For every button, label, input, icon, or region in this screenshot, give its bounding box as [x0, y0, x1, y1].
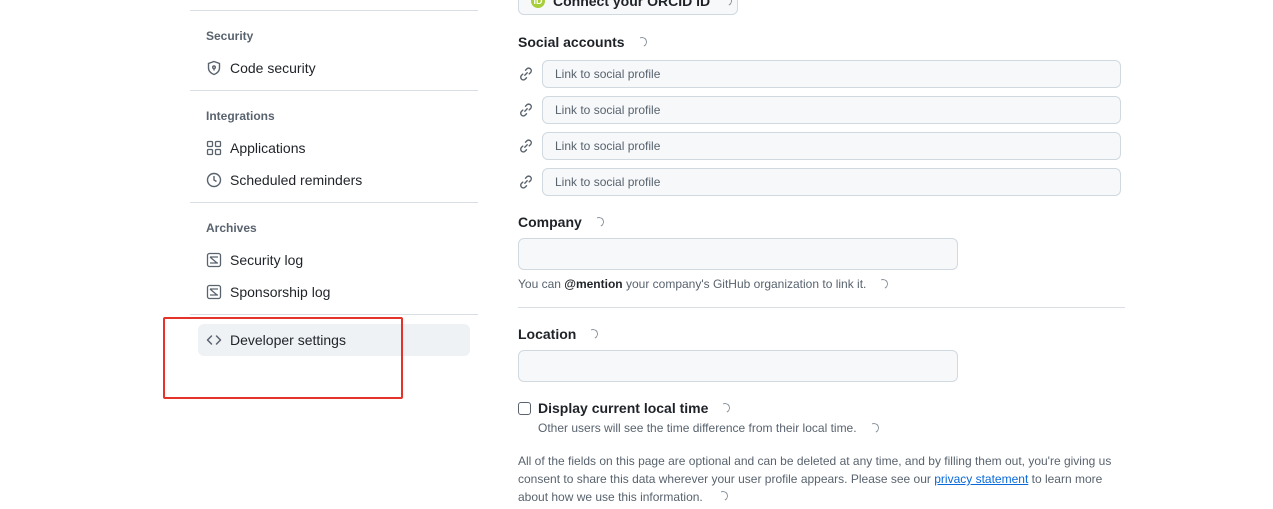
log-icon — [206, 284, 222, 300]
log-icon — [206, 252, 222, 268]
sidebar-item-label: Sponsorship log — [230, 284, 331, 300]
loading-spinner-icon — [592, 215, 606, 229]
link-icon — [518, 174, 534, 190]
social-account-row — [518, 60, 1121, 88]
shield-icon — [206, 60, 222, 76]
social-profile-input-3[interactable] — [542, 132, 1121, 160]
company-hint: You can @mention your company's GitHub o… — [518, 277, 890, 291]
company-input[interactable] — [518, 238, 958, 270]
sidebar-item-security-log[interactable]: Security log — [198, 244, 470, 276]
section-title-archives: Archives — [206, 221, 257, 235]
social-account-row — [518, 132, 1121, 160]
connect-orcid-button[interactable]: iD Connect your ORCID iD — [518, 0, 738, 15]
loading-spinner-icon — [876, 277, 890, 291]
sidebar-item-label: Code security — [230, 60, 316, 76]
local-time-hint: Other users will see the time difference… — [538, 421, 880, 435]
sidebar-item-label: Scheduled reminders — [230, 172, 363, 188]
loading-spinner-icon — [716, 489, 730, 503]
connect-orcid-label: Connect your ORCID iD — [553, 0, 711, 9]
sidebar-divider — [190, 202, 478, 203]
link-icon — [518, 66, 534, 82]
sidebar-item-label: Security log — [230, 252, 304, 268]
loading-spinner-icon — [867, 421, 880, 435]
loading-spinner-icon — [718, 401, 732, 415]
sidebar-item-label: Applications — [230, 140, 306, 156]
company-label: Company — [518, 214, 606, 230]
company-label-text: Company — [518, 214, 582, 230]
display-local-time-label-text: Display current local time — [538, 400, 709, 416]
sidebar-divider — [190, 10, 478, 11]
privacy-statement-link[interactable]: privacy statement — [934, 472, 1028, 486]
social-profile-input-2[interactable] — [542, 96, 1121, 124]
display-local-time-checkbox[interactable] — [518, 402, 531, 415]
social-accounts-label-text: Social accounts — [518, 34, 625, 50]
orcid-icon: iD — [531, 0, 545, 8]
clock-icon — [206, 172, 222, 188]
privacy-footer-note: All of the fields on this page are optio… — [518, 452, 1128, 506]
location-label-text: Location — [518, 326, 577, 342]
loading-spinner-icon — [720, 0, 734, 7]
social-accounts-label: Social accounts — [518, 34, 649, 50]
loading-spinner-icon — [586, 327, 600, 341]
apps-grid-icon — [206, 140, 222, 156]
company-hint-suffix: your company's GitHub organization to li… — [622, 277, 867, 291]
sidebar-item-applications[interactable]: Applications — [198, 132, 470, 164]
sidebar-divider — [190, 90, 478, 91]
code-icon — [206, 332, 222, 348]
sidebar-item-scheduled-reminders[interactable]: Scheduled reminders — [198, 164, 470, 196]
section-title-security: Security — [206, 29, 254, 43]
sidebar-item-developer-settings[interactable]: Developer settings — [198, 324, 470, 356]
local-time-hint-text: Other users will see the time difference… — [538, 421, 857, 435]
social-profile-input-1[interactable] — [542, 60, 1121, 88]
sidebar-item-sponsorship-log[interactable]: Sponsorship log — [198, 276, 470, 308]
company-hint-mention: @mention — [564, 277, 623, 291]
sidebar-item-code-security[interactable]: Code security — [198, 52, 470, 84]
company-hint-prefix: You can — [518, 277, 565, 291]
link-icon — [518, 138, 534, 154]
link-icon — [518, 102, 534, 118]
section-title-integrations: Integrations — [206, 109, 275, 123]
loading-spinner-icon — [635, 35, 649, 49]
sidebar-divider — [190, 314, 478, 315]
location-label: Location — [518, 326, 600, 342]
sidebar-item-label: Developer settings — [230, 332, 346, 348]
location-input[interactable] — [518, 350, 958, 382]
section-divider — [518, 307, 1125, 308]
display-local-time-label[interactable]: Display current local time — [538, 400, 732, 416]
social-account-row — [518, 96, 1121, 124]
social-account-row — [518, 168, 1121, 196]
social-profile-input-4[interactable] — [542, 168, 1121, 196]
